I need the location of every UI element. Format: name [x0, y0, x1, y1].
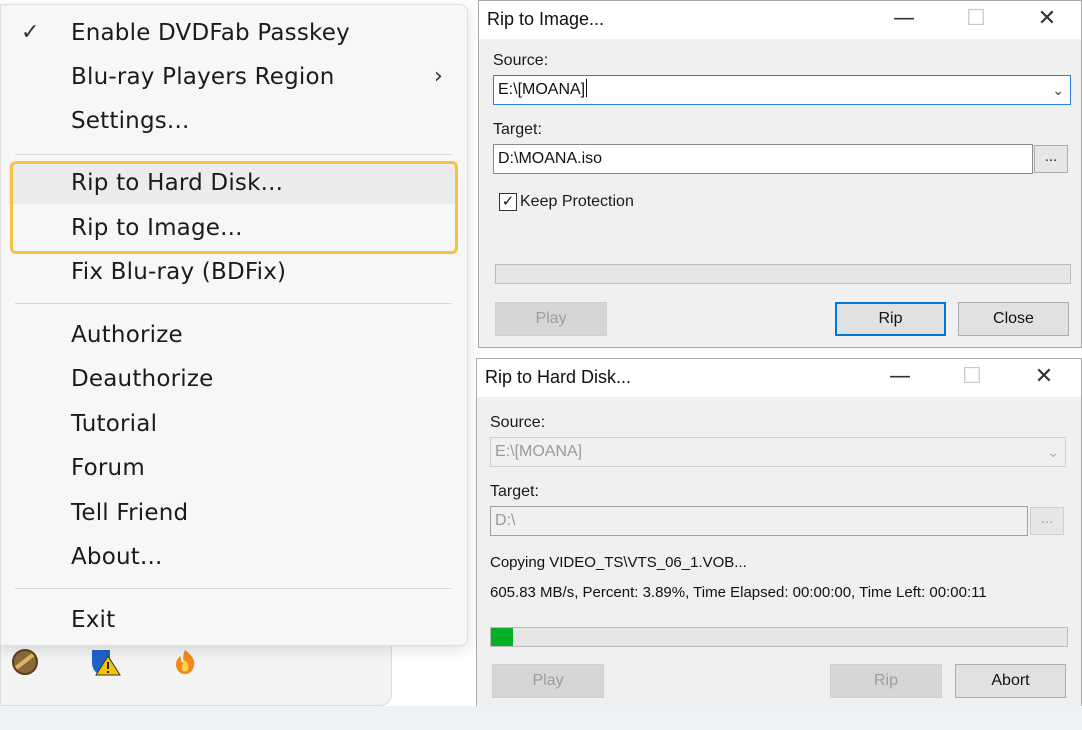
minimize-icon[interactable]: — — [889, 5, 919, 33]
menu-separator — [15, 588, 452, 589]
rip-to-image-dialog: Rip to Image... — ☐ ✕ Source: E:\[MOANA]… — [478, 0, 1082, 348]
target-label: Target: — [490, 483, 539, 500]
keep-protection-label[interactable]: Keep Protection — [520, 193, 634, 211]
maximize-icon: ☐ — [962, 364, 982, 389]
target-value: D:\ — [495, 512, 516, 529]
menu-item-label: Tutorial — [71, 411, 158, 437]
minimize-icon[interactable]: — — [885, 363, 915, 391]
text-caret — [586, 79, 588, 97]
chevron-down-icon[interactable]: ⌄ — [1052, 76, 1064, 104]
dialog-title: Rip to Hard Disk... — [485, 367, 632, 387]
rip-progress-bar — [490, 627, 1068, 647]
menu-item-bluray-region[interactable]: Blu-ray Players Region › — [9, 56, 457, 98]
menu-item-label: Rip to Image... — [71, 215, 243, 241]
transfer-stats-text: 605.83 MB/s, Percent: 3.89%, Time Elapse… — [490, 584, 987, 601]
chevron-right-icon: › — [434, 64, 443, 89]
menu-item-rip-to-hard-disk[interactable]: Rip to Hard Disk... — [9, 162, 457, 204]
source-value: E:\[MOANA] — [495, 443, 583, 460]
close-icon[interactable]: ✕ — [1029, 363, 1059, 391]
source-combobox[interactable]: E:\[MOANA] ⌄ — [493, 75, 1071, 105]
menu-item-rip-to-image[interactable]: Rip to Image... — [9, 207, 457, 249]
dvdfab-context-menu: ✓ Enable DVDFab Passkey Blu-ray Players … — [0, 4, 468, 646]
menu-item-enable-passkey[interactable]: ✓ Enable DVDFab Passkey — [9, 12, 457, 54]
menu-item-about[interactable]: About... — [9, 536, 457, 578]
progress-fill — [491, 628, 514, 646]
background-band — [0, 706, 1082, 730]
menu-item-label: Settings... — [71, 108, 190, 134]
title-bar: Rip to Image... — ☐ ✕ — [479, 1, 1081, 39]
menu-item-label: Exit — [71, 607, 116, 633]
source-value: E:\[MOANA] — [498, 81, 586, 98]
source-combobox: E:\[MOANA] ⌄ — [490, 437, 1066, 467]
menu-item-label: Rip to Hard Disk... — [71, 170, 284, 196]
maximize-icon: ☐ — [966, 6, 986, 31]
source-label: Source: — [490, 414, 546, 431]
menu-item-label: Blu-ray Players Region — [71, 64, 335, 90]
menu-item-deauthorize[interactable]: Deauthorize — [9, 358, 457, 400]
target-field[interactable]: D:\MOANA.iso — [493, 144, 1033, 174]
source-label: Source: — [493, 52, 549, 69]
close-icon[interactable]: ✕ — [1032, 5, 1062, 33]
menu-item-tutorial[interactable]: Tutorial — [9, 403, 457, 445]
menu-item-label: About... — [71, 544, 163, 570]
dialog-title: Rip to Image... — [487, 9, 605, 29]
dvdfab-passkey-icon[interactable] — [8, 648, 42, 676]
dvdfab-flame-icon[interactable] — [168, 648, 202, 676]
menu-item-forum[interactable]: Forum — [9, 447, 457, 489]
play-button: Play — [495, 302, 607, 336]
menu-item-label: Forum — [71, 455, 145, 481]
chevron-down-icon: ⌄ — [1047, 444, 1059, 460]
rip-to-hard-disk-dialog: Rip to Hard Disk... — ☐ ✕ Source: E:\[MO… — [476, 358, 1082, 708]
rip-button[interactable]: Rip — [835, 302, 946, 336]
menu-separator — [15, 154, 452, 155]
menu-item-settings[interactable]: Settings... — [9, 100, 457, 142]
menu-item-authorize[interactable]: Authorize — [9, 314, 457, 356]
target-field: D:\ — [490, 506, 1028, 536]
menu-item-fix-bluray[interactable]: Fix Blu-ray (BDFix) — [9, 251, 457, 293]
checkmark-icon: ✓ — [21, 20, 40, 45]
rip-progress-bar — [495, 264, 1071, 284]
menu-separator — [15, 303, 452, 304]
menu-item-label: Enable DVDFab Passkey — [71, 20, 350, 46]
menu-item-exit[interactable]: Exit — [9, 599, 457, 641]
shield-warning-icon[interactable] — [88, 648, 122, 676]
keep-protection-checkbox[interactable]: ✓ — [499, 193, 517, 211]
play-button: Play — [492, 664, 604, 698]
close-button[interactable]: Close — [958, 302, 1069, 336]
copy-status-text: Copying VIDEO_TS\VTS_06_1.VOB... — [490, 554, 747, 571]
browse-button: ... — [1030, 507, 1064, 535]
title-bar: Rip to Hard Disk... — ☐ ✕ — [477, 359, 1081, 397]
target-label: Target: — [493, 121, 542, 138]
abort-button[interactable]: Abort — [955, 664, 1066, 698]
menu-item-tell-friend[interactable]: Tell Friend — [9, 492, 457, 534]
menu-item-label: Fix Blu-ray (BDFix) — [71, 259, 287, 285]
browse-button[interactable]: ... — [1034, 145, 1068, 173]
menu-item-label: Deauthorize — [71, 366, 214, 392]
menu-item-label: Authorize — [71, 322, 183, 348]
rip-button: Rip — [830, 664, 942, 698]
menu-item-label: Tell Friend — [71, 500, 189, 526]
target-value: D:\MOANA.iso — [498, 150, 603, 167]
